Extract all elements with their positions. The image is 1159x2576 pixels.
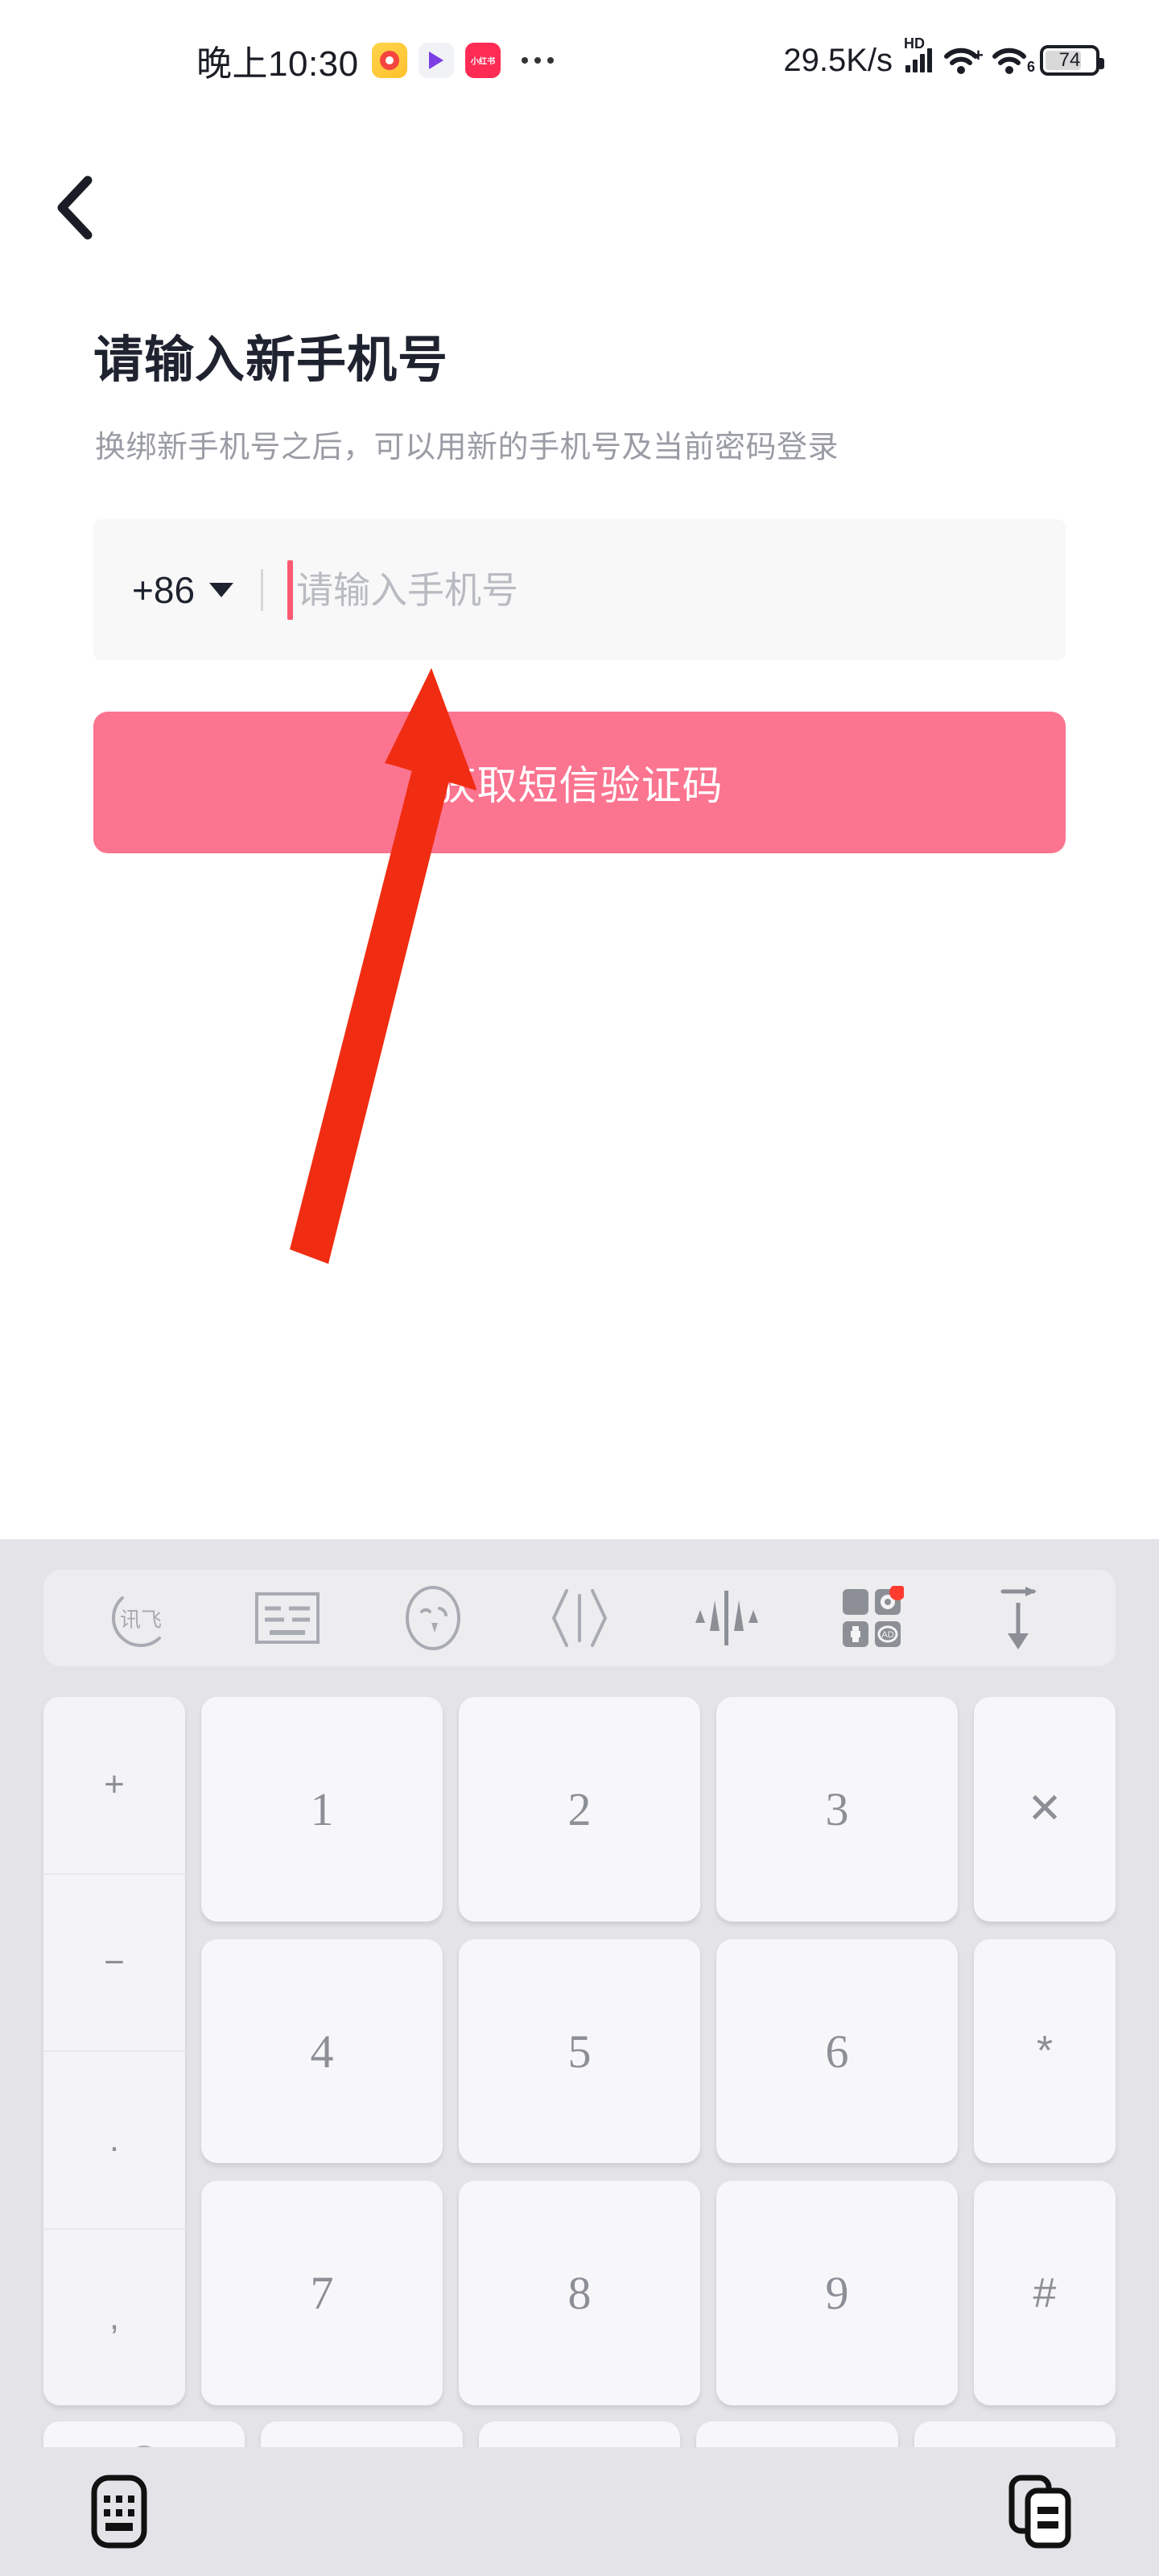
battery-level-label: 74 (1058, 49, 1081, 71)
phone-input-row: +86 (93, 519, 1066, 660)
emoji-face-icon[interactable] (394, 1579, 472, 1657)
svg-text:AD: AD (882, 1630, 894, 1640)
xiaohongshu-label: 小红书 (470, 56, 495, 66)
svg-text:讯飞: 讯飞 (120, 1608, 162, 1632)
collapse-keyboard-icon[interactable] (980, 1579, 1057, 1657)
wifi-six-label: 6 (1026, 59, 1035, 75)
status-bar: 晚上10:30 小红书 29.5K/s HD + 6 74 (0, 0, 1159, 121)
cellular-signal-icon: HD (904, 35, 932, 72)
handwriting-panel-icon[interactable] (249, 1579, 326, 1657)
back-button[interactable] (35, 169, 113, 246)
xiaohongshu-icon: 小红书 (464, 43, 501, 78)
battery-icon: 74 (1040, 45, 1104, 76)
video-player-icon (418, 43, 454, 78)
symbols-tall-key: + − . , (43, 1697, 185, 2405)
keyboard-row-2: 4 5 6 (201, 1938, 958, 2164)
key-6[interactable]: 6 (716, 1938, 958, 2164)
chevron-down-icon (209, 582, 234, 597)
key-minus[interactable]: − (43, 1875, 185, 2052)
chevron-left-icon (57, 175, 93, 240)
page-title: 请输入新手机号 (93, 332, 449, 388)
key-4[interactable]: 4 (201, 1938, 443, 2164)
key-comma[interactable]: , (43, 2230, 185, 2406)
keyboard-number-grid: 1 2 3 4 5 6 7 8 9 (201, 1697, 958, 2406)
navigation-bottom-bar (0, 2447, 1159, 2576)
clipboard-icon[interactable] (1001, 2473, 1079, 2550)
key-2[interactable]: 2 (459, 1697, 700, 1922)
key-8[interactable]: 8 (459, 2181, 700, 2406)
wifi-plus-label: + (973, 45, 984, 65)
cursor-move-icon[interactable] (541, 1579, 618, 1657)
app-grid-icon[interactable]: AD (833, 1579, 910, 1657)
key-period[interactable]: . (43, 2052, 185, 2230)
switch-keyboard-icon[interactable] (80, 2473, 158, 2550)
get-sms-code-button[interactable]: 获取短信验证码 (93, 712, 1066, 853)
status-bar-right: 29.5K/s HD + 6 74 (783, 35, 1124, 79)
key-1[interactable]: 1 (201, 1697, 443, 1922)
key-hash[interactable]: # (974, 2181, 1116, 2406)
keyboard-keys: + − . , 1 2 3 4 5 6 7 8 9 ✕ * # (0, 1697, 1159, 2406)
key-asterisk[interactable]: * (974, 1938, 1116, 2164)
country-code-select[interactable]: +86 (132, 568, 234, 612)
status-bar-left: 晚上10:30 小红书 (35, 35, 554, 86)
phone-screen: 晚上10:30 小红书 29.5K/s HD + 6 74 请输入新手机号 换绑… (0, 0, 1159, 2576)
phone-number-input[interactable] (296, 568, 1027, 612)
hd-label: HD (904, 35, 925, 52)
main-content: 请输入新手机号 换绑新手机号之后，可以用新的手机号及当前密码登录 +86 获取短… (0, 266, 1159, 853)
country-code-label: +86 (132, 568, 196, 611)
keyboard-row-3: 7 8 9 (201, 2181, 958, 2406)
input-divider (261, 568, 264, 611)
keyboard-left-column: + − . , (43, 1697, 185, 2405)
text-cursor (287, 559, 294, 620)
keyboard-row-1: 1 2 3 (201, 1697, 958, 1922)
network-speed-label: 29.5K/s (783, 42, 893, 78)
status-overflow-icon (521, 57, 554, 64)
page-subtitle: 换绑新手机号之后，可以用新的手机号及当前密码登录 (95, 431, 839, 464)
nav-bar (0, 158, 1159, 262)
wifi-plus-icon: + (943, 45, 984, 74)
key-7[interactable]: 7 (201, 2181, 443, 2406)
wifi-six-icon: 6 (992, 47, 1035, 75)
weibo-icon (371, 43, 407, 78)
voice-input-icon[interactable] (687, 1579, 765, 1657)
keyboard-toolbar: 讯飞 AD (43, 1570, 1116, 1666)
status-time: 晚上10:30 (196, 44, 359, 84)
keyboard-right-column: ✕ * # (974, 1697, 1116, 2406)
key-multiply[interactable]: ✕ (974, 1697, 1116, 1922)
ime-logo-icon[interactable]: 讯飞 (102, 1579, 179, 1657)
keyboard-panel: 讯飞 AD + − . , 1 2 3 4 5 6 7 8 9 ✕ * # (0, 1539, 1159, 2576)
key-plus[interactable]: + (43, 1697, 185, 1875)
key-5[interactable]: 5 (459, 1938, 700, 2164)
key-9[interactable]: 9 (716, 2181, 958, 2406)
key-3[interactable]: 3 (716, 1697, 958, 1922)
status-app-icons: 小红书 (371, 43, 501, 78)
